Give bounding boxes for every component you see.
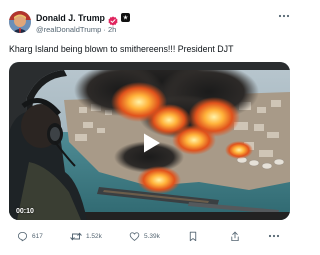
display-name[interactable]: Donald J. Trump: [36, 13, 105, 23]
bookmark-button[interactable]: [188, 228, 198, 244]
play-icon: [144, 133, 160, 153]
post-text: Kharg Island being blown to smithereens!…: [9, 44, 234, 54]
more-options-icon[interactable]: [278, 10, 290, 21]
play-button[interactable]: [139, 131, 163, 155]
handle[interactable]: @realDonaldTrump: [36, 25, 101, 34]
reply-button[interactable]: 617: [17, 228, 43, 244]
share-button[interactable]: [230, 228, 240, 244]
name-row: Donald J. Trump: [36, 11, 130, 26]
reply-icon: [17, 231, 28, 241]
verified-badge-icon: [108, 13, 118, 26]
handle-row: @realDonaldTrump · 2h: [36, 25, 116, 34]
more-actions-icon[interactable]: [268, 228, 280, 244]
affiliation-badge-icon: [120, 13, 130, 22]
separator: ·: [103, 25, 106, 34]
repost-icon: [70, 232, 82, 240]
repost-button[interactable]: 1.52k: [70, 228, 102, 244]
bookmark-icon: [189, 231, 197, 241]
video-duration: 00:10: [16, 208, 34, 215]
like-button[interactable]: 5.39k: [129, 228, 160, 244]
heart-icon: [129, 231, 140, 241]
post-time[interactable]: 2h: [108, 25, 116, 34]
repost-count: 1.52k: [86, 232, 102, 240]
share-icon: [231, 231, 239, 241]
video-player[interactable]: 00:10: [9, 62, 290, 220]
avatar[interactable]: [9, 11, 31, 33]
action-bar: 617 1.52k 5.39k: [0, 228, 300, 244]
post-card: Donald J. Trump @realDonaldTrump · 2h Kh…: [0, 0, 300, 255]
reply-count: 617: [32, 232, 43, 240]
like-count: 5.39k: [144, 232, 160, 240]
